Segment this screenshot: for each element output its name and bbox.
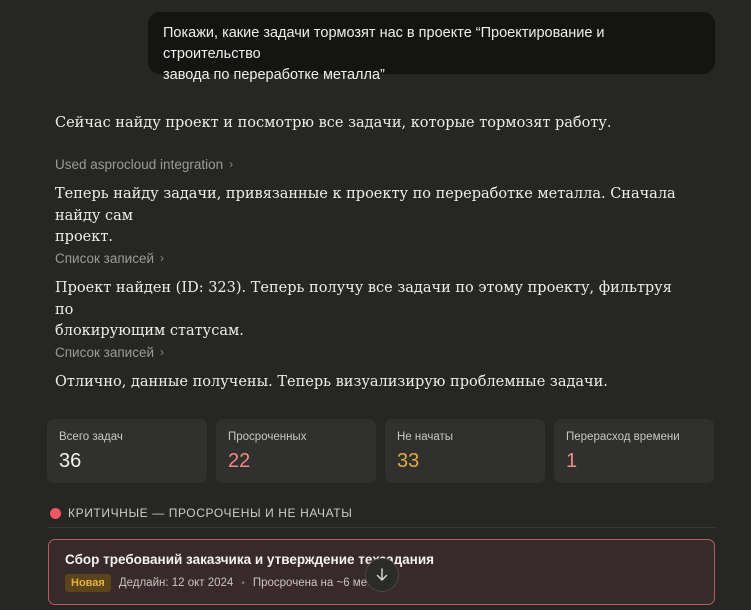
tool-call-label: Список записей xyxy=(55,251,155,266)
assistant-message-3-line-1: Проект найден (ID: 323). Теперь получу в… xyxy=(55,280,672,318)
chevron-right-icon: › xyxy=(160,344,165,359)
section-title: КРИТИЧНЫЕ — ПРОСРОЧЕНЫ И НЕ НАЧАТЫ xyxy=(68,506,353,520)
section-divider xyxy=(48,527,715,528)
stat-card-overdue: Просроченных 22 xyxy=(216,419,376,483)
tool-call-list-records-2[interactable]: Список записей › xyxy=(55,344,165,361)
arrow-down-icon xyxy=(376,568,388,581)
assistant-message-1: Сейчас найду проект и посмотрю все задач… xyxy=(55,115,612,131)
assistant-message-2-line-2: проект. xyxy=(55,229,113,245)
stat-value: 33 xyxy=(397,450,420,472)
stat-label: Всего задач xyxy=(59,431,123,443)
status-badge: Новая xyxy=(65,574,111,592)
tool-call-list-records-1[interactable]: Список записей › xyxy=(55,250,165,267)
user-message-line-1: Покажи, какие задачи тормозят нас в прое… xyxy=(163,25,605,62)
task-deadline: Дедлайн: 12 окт 2024 xyxy=(118,577,234,589)
assistant-message-3: Проект найден (ID: 323). Теперь получу в… xyxy=(55,278,685,343)
chevron-right-icon: › xyxy=(229,156,234,171)
chevron-right-icon: › xyxy=(160,250,165,265)
tool-call-asprocloud[interactable]: Used asprocloud integration › xyxy=(55,156,234,173)
assistant-message-2: Теперь найду задачи, привязанные к проек… xyxy=(55,184,685,249)
stat-card-total: Всего задач 36 xyxy=(47,419,207,483)
scroll-to-bottom-button[interactable] xyxy=(365,558,399,592)
stat-label: Перерасход времени xyxy=(566,431,680,443)
assistant-message-3-line-2: блокирующим статусам. xyxy=(55,323,244,339)
user-message-line-2: завода по переработке металла” xyxy=(163,67,385,83)
stat-card-not-started: Не начаты 33 xyxy=(385,419,545,483)
stat-label: Просроченных xyxy=(228,431,307,443)
stat-value: 36 xyxy=(59,450,82,472)
task-overdue: Просрочена на ~6 мес xyxy=(252,577,373,589)
assistant-message-2-line-1: Теперь найду задачи, привязанные к проек… xyxy=(55,186,676,224)
task-meta: Новая Дедлайн: 12 окт 2024 • Просрочена … xyxy=(65,574,373,592)
assistant-message-4: Отлично, данные получены. Теперь визуали… xyxy=(55,374,608,390)
critical-section-header: КРИТИЧНЫЕ — ПРОСРОЧЕНЫ И НЕ НАЧАТЫ xyxy=(50,506,352,520)
stat-card-time-overrun: Перерасход времени 1 xyxy=(554,419,714,483)
tool-call-label: Used asprocloud integration xyxy=(55,157,224,172)
separator-dot: • xyxy=(241,577,245,589)
stat-label: Не начаты xyxy=(397,431,454,443)
user-message-bubble: Покажи, какие задачи тормозят нас в прое… xyxy=(148,12,715,83)
red-dot-icon xyxy=(50,507,61,519)
stat-value: 22 xyxy=(228,450,251,472)
stat-value: 1 xyxy=(566,450,578,472)
stats-row: Всего задач 36 Просроченных 22 Не начаты… xyxy=(47,419,714,483)
tool-call-label: Список записей xyxy=(55,345,155,360)
